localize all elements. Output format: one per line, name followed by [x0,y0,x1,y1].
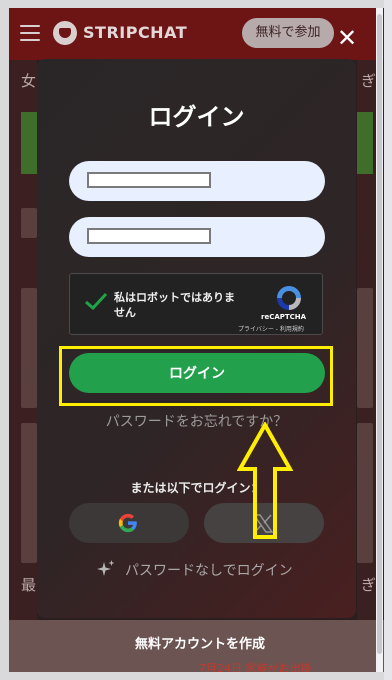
password-input[interactable] [87,228,211,244]
forgot-password-link[interactable]: パスワードをお忘れですか？ [37,411,356,431]
background-tile [21,423,37,563]
background-text-fragment: ぎ [361,576,377,594]
window-edge [384,0,392,680]
background-text-fragment: 最 [21,576,37,594]
create-account-link[interactable]: 無料アカウントを作成 [100,633,300,652]
logo-icon [53,21,77,45]
checkmark-icon[interactable] [84,292,108,310]
background-tile [21,208,37,238]
background-tile [357,288,373,408]
username-input[interactable] [87,172,211,188]
or-login-with-label: または以下でログイン： [130,481,263,495]
sparkle-icon [97,560,115,576]
recaptcha-label: 私はロボットではありません [114,291,235,319]
background-banner [21,112,37,174]
login-button[interactable]: ログイン [69,353,325,393]
username-field[interactable] [69,161,325,201]
background-tile [21,288,37,408]
close-icon[interactable]: ✕ [335,26,359,50]
scrollbar[interactable] [376,8,383,672]
login-modal: ログイン 私はロボットではありません reCAPTCHA プライバシー - 利用… [37,59,356,618]
recaptcha-brand: reCAPTCHA [261,313,307,321]
background-caption: 7月24日 家族がお出掛 [199,662,312,672]
google-icon [118,513,137,533]
google-login-button[interactable] [69,503,189,543]
background-text-fragment: ぎ [361,72,377,90]
join-free-button[interactable]: 無料で参加 [242,18,334,48]
hamburger-icon[interactable] [20,25,40,41]
passwordless-login-link[interactable]: パスワードなしでログイン [125,560,293,580]
modal-title: ログイン [148,103,245,131]
recaptcha-links[interactable]: プライバシー - 利用規約 [238,324,304,333]
background-banner [357,112,373,174]
site-header: STRIPCHAT 無料で参加 [9,8,384,60]
scrollbar-thumb[interactable] [377,14,382,654]
background-tile [357,423,373,563]
password-field[interactable] [69,217,325,257]
recaptcha-widget[interactable]: 私はロボットではありません reCAPTCHA プライバシー - 利用規約 [69,273,323,335]
background-text-fragment: 女 [21,72,37,90]
logo-text: STRIPCHAT [83,23,188,42]
annotation-arrow-icon [237,422,293,539]
recaptcha-icon [277,286,301,310]
